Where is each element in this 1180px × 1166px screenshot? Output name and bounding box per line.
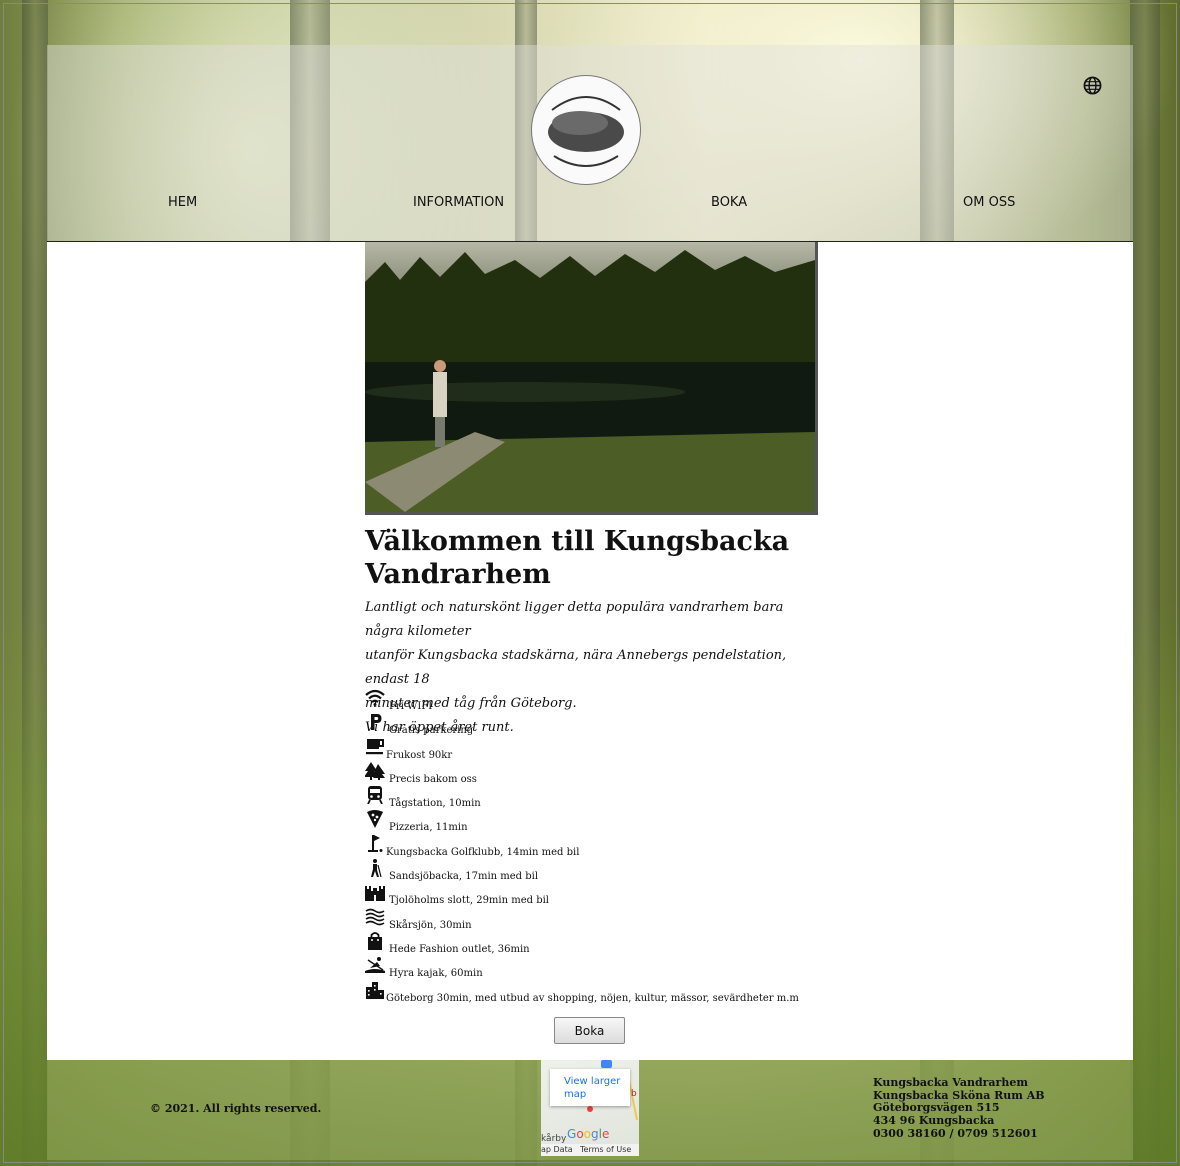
amenity-kayak: Hyra kajak, 60min: [365, 956, 825, 980]
castle-icon: [365, 886, 385, 902]
main-content: Välkommen till Kungsbacka Vandrarhem Lan…: [47, 242, 1133, 1060]
amenity-forest: Precis bakom oss: [365, 761, 825, 786]
amenity-gothenburg: Göteborg 30min, med utbud av shopping, n…: [365, 981, 825, 1005]
amenity-text: Fri WIFI: [389, 701, 433, 712]
welcome-title: Välkommen till Kungsbacka Vandrarhem: [365, 526, 790, 590]
copyright-text: © 2021. All rights reserved.: [150, 1102, 322, 1115]
globe-icon[interactable]: [1083, 76, 1102, 95]
amenity-text: Hyra kajak, 60min: [389, 968, 483, 980]
google-logo: Google: [567, 1127, 610, 1141]
forest-icon: [365, 761, 385, 780]
amenity-text: Göteborg 30min, med utbud av shopping, n…: [386, 992, 799, 1004]
amenity-text: Tågstation, 10min: [389, 798, 481, 810]
address-line: 434 96 Kungsbacka: [873, 1114, 995, 1128]
terms-of-use-link[interactable]: Terms of Use: [580, 1145, 631, 1154]
nav-about[interactable]: OM OSS: [963, 195, 1015, 210]
address-line: 0300 38160 / 0709 512601: [873, 1126, 1038, 1140]
kayak-icon: [365, 957, 385, 974]
hiking-icon: [371, 859, 382, 878]
amenity-text: Sandsjöbacka, 17min med bil: [389, 871, 539, 883]
svg-text:b: b: [631, 1089, 637, 1099]
amenity-text: Gratis parkering: [389, 725, 474, 737]
amenity-pizzeria: Pizzeria, 11min: [365, 810, 825, 834]
nav-home[interactable]: HEM: [168, 195, 197, 210]
contact-address: Kungsbacka Vandrarhem Kungsbacka Sköna R…: [873, 1076, 1045, 1141]
amenity-breakfast: Frukost 90kr: [365, 738, 825, 762]
intro-line: utanför Kungsbacka stadskärna, nära Anne…: [365, 648, 787, 687]
amenity-castle: Tjolöholms slott, 29min med bil: [365, 883, 825, 907]
amenity-train: Tågstation, 10min: [365, 786, 825, 810]
wifi-icon: [365, 689, 385, 706]
amenity-text: Skårsjön, 30min: [389, 919, 472, 931]
nav-information[interactable]: INFORMATION: [413, 195, 504, 210]
shopping-bag-icon: [368, 932, 382, 950]
intro-line: Lantligt och naturskönt ligger detta pop…: [365, 600, 784, 639]
golf-icon: [368, 834, 383, 852]
site-header: HEM INFORMATION BOKA OM OSS: [47, 45, 1133, 242]
amenity-text: Hede Fashion outlet, 36min: [389, 943, 530, 955]
view-larger-map-link[interactable]: View larger map: [550, 1069, 630, 1106]
nav-book[interactable]: BOKA: [711, 195, 747, 210]
site-logo[interactable]: [531, 75, 641, 185]
hero-image: [365, 242, 818, 515]
book-button[interactable]: Boka: [554, 1017, 625, 1044]
amenity-text: Precis bakom oss: [389, 773, 477, 785]
site-footer: © 2021. All rights reserved. b View larg…: [47, 1060, 1133, 1160]
embedded-map[interactable]: b View larger map kårby Google ap Data T…: [541, 1060, 639, 1156]
amenity-text: Frukost 90kr: [386, 749, 453, 761]
amenity-list: Fri WIFI Gratis parkering Frukost 90kr P…: [365, 689, 825, 1005]
amenity-wifi: Fri WIFI: [365, 689, 825, 713]
amenity-outlet: Hede Fashion outlet, 36min: [365, 932, 825, 956]
amenity-text: Tjolöholms slott, 29min med bil: [389, 895, 550, 907]
amenity-hiking: Sandsjöbacka, 17min med bil: [365, 859, 825, 883]
train-icon: [367, 786, 383, 805]
amenity-text: Pizzeria, 11min: [389, 822, 468, 834]
amenity-parking: Gratis parkering: [365, 713, 825, 737]
pizza-icon: [367, 810, 383, 829]
amenity-lake: Skårsjön, 30min: [365, 908, 825, 932]
parking-icon: [371, 714, 382, 731]
amenity-text: Kungsbacka Golfklubb, 14min med bil: [386, 846, 580, 858]
city-icon: [366, 981, 384, 999]
map-data-link[interactable]: ap Data: [541, 1145, 573, 1154]
map-place-label: kårby: [541, 1134, 567, 1144]
waves-icon: [365, 908, 385, 925]
coffee-icon: [366, 738, 384, 754]
map-attribution: ap Data Terms of Use: [541, 1144, 639, 1156]
address-line: Kungsbacka Vandrarhem: [873, 1076, 1028, 1089]
amenity-golf: Kungsbacka Golfklubb, 14min med bil: [365, 834, 825, 859]
